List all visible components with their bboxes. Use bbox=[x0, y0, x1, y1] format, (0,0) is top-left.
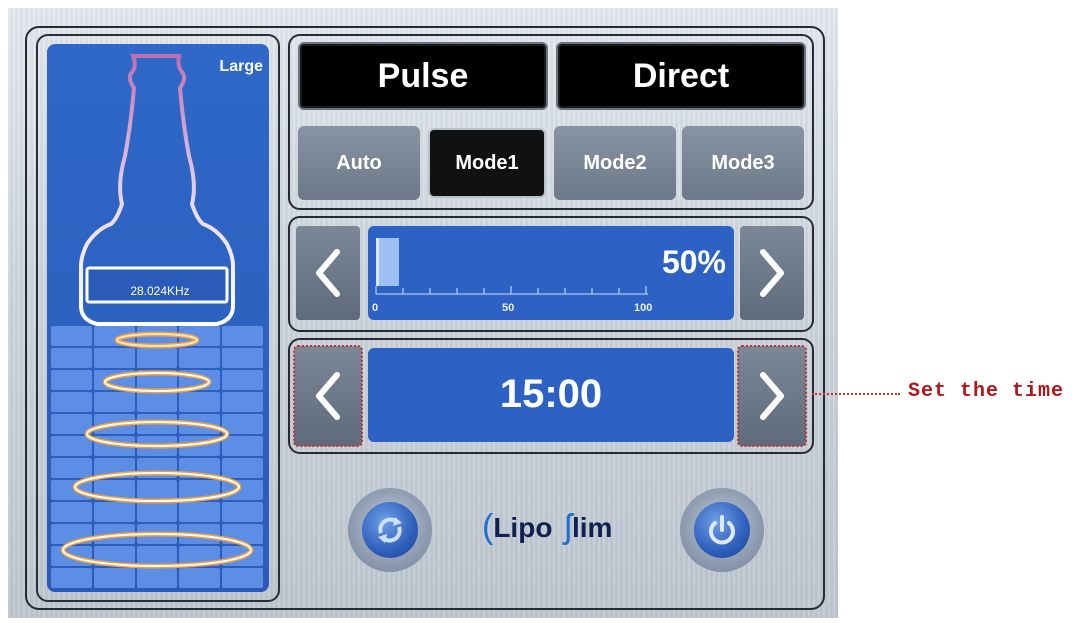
chevron-right-icon bbox=[760, 372, 784, 420]
scale-label-0: 0 bbox=[372, 302, 379, 314]
intensity-increase-button[interactable] bbox=[740, 226, 804, 320]
brand-part2: lim bbox=[571, 511, 613, 543]
direct-button[interactable]: Direct bbox=[556, 42, 806, 110]
timer-panel: 15:00 bbox=[288, 338, 814, 454]
time-decrease-button[interactable] bbox=[293, 345, 363, 447]
power-button[interactable] bbox=[680, 488, 764, 572]
mode2-button[interactable]: Mode2 bbox=[554, 126, 676, 200]
chevron-left-icon bbox=[316, 249, 340, 297]
scale-label-50: 50 bbox=[502, 302, 515, 314]
probe-size-label: Large bbox=[219, 58, 263, 75]
probe-display: Large 28.024KHz bbox=[47, 44, 269, 592]
intensity-percent: 50% bbox=[661, 244, 726, 280]
intensity-panel: 0 50 100 50% bbox=[288, 216, 814, 332]
brand-part1: Lipo bbox=[493, 511, 553, 543]
power-icon bbox=[709, 515, 735, 545]
annotation-leader bbox=[812, 393, 900, 395]
probe-head-icon bbox=[60, 54, 254, 569]
intensity-decrease-button[interactable] bbox=[296, 226, 360, 320]
annotation-label: Set the time bbox=[908, 380, 1065, 403]
mode1-button[interactable]: Mode1 bbox=[428, 128, 546, 198]
brand-s-swoosh-icon: ʃ bbox=[564, 508, 572, 546]
auto-button[interactable]: Auto bbox=[298, 126, 420, 200]
scale-label-100: 100 bbox=[634, 302, 653, 314]
intensity-display: 0 50 100 50% bbox=[368, 226, 734, 320]
chevron-left-icon bbox=[316, 372, 340, 420]
brand-swoosh-icon: ( bbox=[482, 508, 494, 546]
time-increase-button[interactable] bbox=[737, 345, 807, 447]
chevron-right-icon bbox=[760, 249, 784, 297]
refresh-icon bbox=[378, 517, 402, 543]
pulse-button[interactable]: Pulse bbox=[298, 42, 548, 110]
mode3-button[interactable]: Mode3 bbox=[682, 126, 804, 200]
time-value: 15:00 bbox=[499, 372, 603, 416]
reset-button[interactable] bbox=[348, 488, 432, 572]
frequency-readout: 28.024KHz bbox=[130, 284, 190, 298]
brand-logo: ( Lipo ʃ lim bbox=[482, 508, 612, 547]
mode-panel: Pulse Direct Auto Mode1 Mode2 Mode3 bbox=[288, 34, 814, 210]
timer-display: 15:00 bbox=[368, 348, 734, 442]
